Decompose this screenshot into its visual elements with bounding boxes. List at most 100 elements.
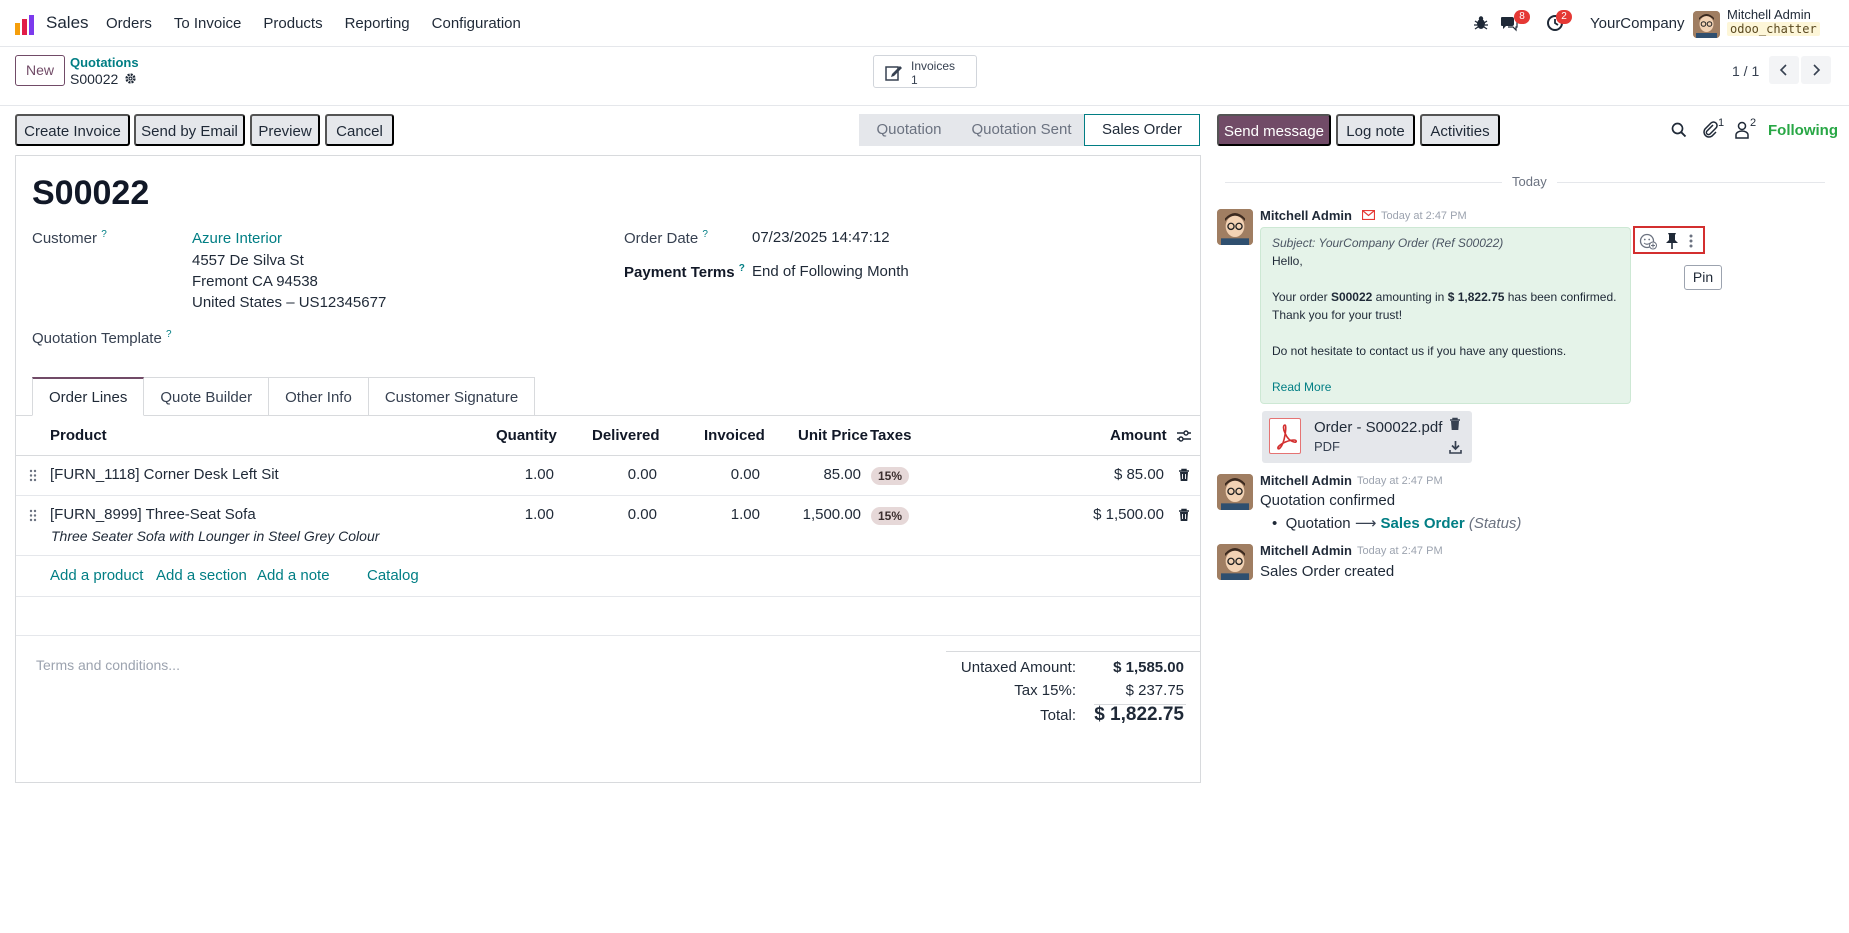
followers-icon[interactable] [1735, 121, 1749, 139]
tab-order-lines[interactable]: Order Lines [32, 377, 145, 416]
email-subject: Subject: YourCompany Order (Ref S00022) [1272, 236, 1504, 250]
attachment-card[interactable]: Order - S00022.pdf PDF [1262, 411, 1472, 463]
line-invoiced: 1.00 [730, 506, 760, 523]
table-row[interactable]: [FURN_8999] Three-Seat Sofa Three Seater… [16, 496, 1200, 556]
drag-handle-icon[interactable] [29, 469, 37, 482]
tab-other-info[interactable]: Other Info [269, 377, 369, 416]
trash-icon[interactable] [1178, 508, 1190, 522]
log-note-button[interactable]: Log note [1336, 114, 1415, 146]
menu-configuration[interactable]: Configuration [432, 15, 521, 32]
order-date-help[interactable]: ? [702, 229, 708, 240]
line-unit-price[interactable]: 85.00 [766, 466, 861, 483]
following-button[interactable]: Following [1768, 122, 1838, 139]
paperclip-icon[interactable] [1702, 121, 1718, 139]
message-author-avatar[interactable] [1217, 544, 1253, 580]
notebook-tabs: Order Lines Quote Builder Other Info Cus… [32, 377, 536, 416]
pager-previous-button[interactable] [1769, 56, 1799, 84]
menu-reporting[interactable]: Reporting [345, 15, 410, 32]
menu-orders[interactable]: Orders [106, 15, 152, 32]
line-product[interactable]: [FURN_8999] Three-Seat Sofa [50, 506, 256, 523]
message-author[interactable]: Mitchell Admin [1260, 473, 1352, 488]
line-description[interactable]: Three Seater Sofa with Lounger in Steel … [51, 528, 379, 544]
tax-tag[interactable]: 15% [871, 507, 910, 525]
send-by-email-button[interactable]: Send by Email [134, 114, 245, 146]
breadcrumb-current: S00022 [70, 71, 119, 87]
catalog-link[interactable]: Catalog [367, 567, 419, 584]
add-product-link[interactable]: Add a product [50, 567, 143, 584]
invoices-smart-button[interactable]: Invoices 1 [873, 55, 977, 88]
preview-button[interactable]: Preview [250, 114, 320, 146]
order-date-value[interactable]: 07/23/2025 14:47:12 [752, 229, 890, 246]
column-settings-icon[interactable] [1176, 428, 1192, 444]
drag-handle-icon[interactable] [29, 509, 37, 522]
new-button[interactable]: New [15, 55, 65, 86]
line-product[interactable]: [FURN_1118] Corner Desk Left Sit [50, 466, 279, 483]
company-switcher[interactable]: YourCompany [1590, 15, 1685, 32]
message-author-avatar[interactable] [1217, 474, 1253, 510]
main-menu: Orders To Invoice Products Reporting Con… [106, 15, 543, 32]
sales-app-icon[interactable] [14, 14, 36, 36]
col-delivered[interactable]: Delivered [592, 427, 660, 444]
line-amount: $ 1,500.00 [1093, 506, 1164, 523]
line-quantity[interactable]: 1.00 [456, 466, 554, 483]
envelope-icon [1362, 210, 1375, 220]
line-delivered[interactable]: 0.00 [556, 466, 657, 483]
tab-customer-signature[interactable]: Customer Signature [368, 377, 536, 416]
gear-icon[interactable] [124, 72, 137, 85]
menu-to-invoice[interactable]: To Invoice [174, 15, 242, 32]
debug-bug-icon[interactable] [1472, 14, 1490, 32]
messages-badge: 8 [1514, 10, 1530, 24]
customer-help[interactable]: ? [101, 229, 107, 240]
table-row[interactable]: [FURN_1118] Corner Desk Left Sit 1.00 0.… [16, 456, 1200, 496]
col-taxes[interactable]: Taxes [870, 427, 911, 444]
pager-value[interactable]: 1 / 1 [1732, 63, 1759, 79]
trash-icon[interactable] [1178, 468, 1190, 482]
app-name[interactable]: Sales [46, 13, 89, 33]
top-navbar: Sales Orders To Invoice Products Reporti… [0, 0, 1849, 47]
payment-terms-value[interactable]: End of Following Month [752, 263, 909, 280]
col-product[interactable]: Product [50, 427, 107, 444]
message-author[interactable]: Mitchell Admin [1260, 543, 1352, 558]
customer-link[interactable]: Azure Interior [192, 230, 282, 247]
user-avatar[interactable] [1693, 11, 1720, 38]
create-invoice-button[interactable]: Create Invoice [15, 114, 130, 146]
line-quantity[interactable]: 1.00 [456, 506, 554, 523]
terms-and-conditions-input[interactable]: Terms and conditions... [36, 657, 180, 673]
search-icon[interactable] [1671, 122, 1687, 138]
delete-attachment-icon[interactable] [1449, 417, 1461, 431]
add-reaction-icon[interactable] [1639, 232, 1657, 250]
col-invoiced[interactable]: Invoiced [704, 427, 765, 444]
breadcrumb-quotations[interactable]: Quotations [70, 55, 139, 70]
user-name[interactable]: Mitchell Admin [1727, 7, 1811, 22]
payment-terms-help[interactable]: ? [739, 263, 745, 274]
user-avatar-icon [1217, 544, 1253, 580]
download-icon[interactable] [1449, 440, 1462, 454]
pager-next-button[interactable] [1801, 56, 1831, 84]
tax-tag[interactable]: 15% [871, 467, 910, 485]
send-message-button[interactable]: Send message [1217, 114, 1331, 146]
stage-quotation-sent[interactable]: Quotation Sent [959, 114, 1084, 146]
more-options-icon[interactable] [1687, 232, 1695, 250]
line-delivered[interactable]: 0.00 [556, 506, 657, 523]
line-unit-price[interactable]: 1,500.00 [766, 506, 861, 523]
activities-button[interactable]: Activities [1420, 114, 1500, 146]
tab-quote-builder[interactable]: Quote Builder [144, 377, 270, 416]
chevron-right-icon [1813, 64, 1821, 76]
quotation-template-help[interactable]: ? [166, 329, 172, 340]
stage-sales-order[interactable]: Sales Order [1084, 114, 1200, 146]
pin-icon[interactable] [1665, 232, 1679, 250]
col-quantity[interactable]: Quantity [496, 427, 557, 444]
stage-quotation[interactable]: Quotation [859, 114, 959, 146]
cancel-button[interactable]: Cancel [325, 114, 394, 146]
add-section-link[interactable]: Add a section [156, 567, 247, 584]
total-amount: $ 1,822.75 [1094, 704, 1184, 725]
menu-products[interactable]: Products [263, 15, 322, 32]
col-unit-price[interactable]: Unit Price [798, 427, 868, 444]
message-author[interactable]: Mitchell Admin [1260, 208, 1352, 223]
activities-badge: 2 [1556, 10, 1572, 24]
add-note-link[interactable]: Add a note [257, 567, 330, 584]
read-more-link[interactable]: Read More [1272, 380, 1331, 394]
user-avatar-icon [1217, 474, 1253, 510]
col-amount[interactable]: Amount [1110, 427, 1167, 444]
message-author-avatar[interactable] [1217, 209, 1253, 245]
